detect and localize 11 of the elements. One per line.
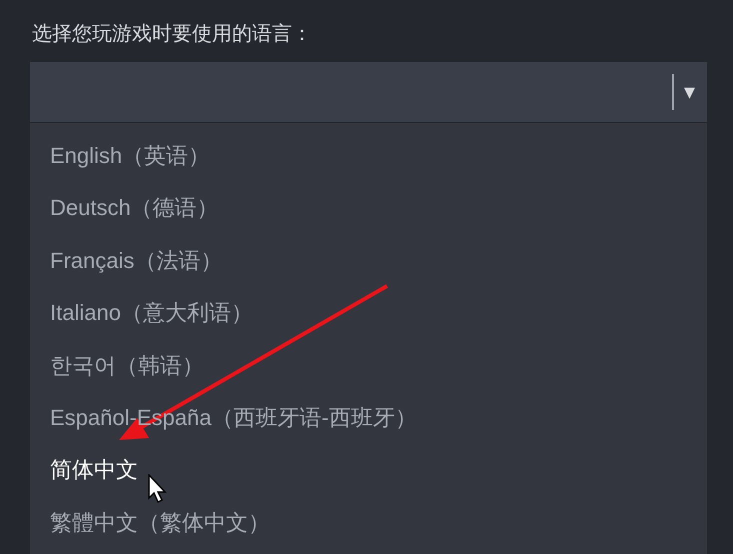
language-option[interactable]: Français（法语）	[50, 238, 687, 290]
language-option[interactable]: 简体中文	[50, 447, 687, 500]
caret-icon: ▾	[684, 79, 695, 105]
cursor-icon	[148, 474, 168, 504]
language-option[interactable]: Italiano（意大利语）	[50, 290, 687, 342]
language-option[interactable]: English（英语）	[50, 133, 687, 186]
language-option[interactable]: 繁體中文（繁体中文）	[50, 500, 687, 552]
language-option[interactable]: Deutsch（德语）	[50, 185, 687, 238]
language-dropdown[interactable]: ▾	[30, 62, 707, 122]
prompt-label: 选择您玩游戏时要使用的语言：	[31, 22, 313, 47]
language-option[interactable]: 한국어（韩语）	[50, 342, 687, 395]
